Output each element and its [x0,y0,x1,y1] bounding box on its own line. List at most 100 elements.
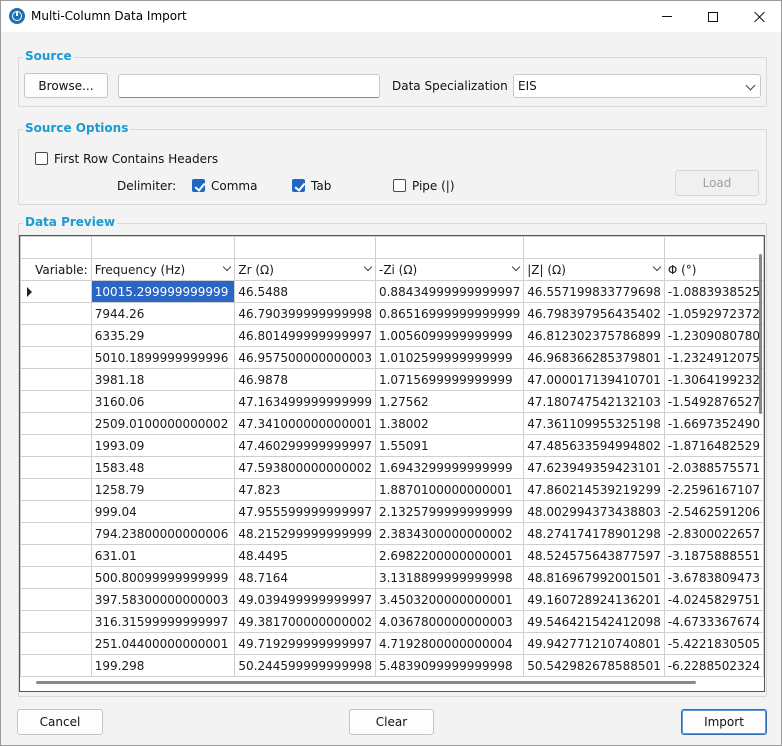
table-cell[interactable]: 49.381700000000002 [234,610,376,633]
table-cell[interactable]: 5.4839099999999998 [374,654,525,677]
table-cell[interactable]: 5010.1899999999996 [90,346,236,369]
table-cell[interactable]: 46.801499999999997 [234,324,376,347]
row-header[interactable] [20,412,92,435]
table-row[interactable]: 199.298 50.244599999999998 5.4839099999999… [20,654,764,677]
table-cell[interactable]: 48.816967992001501 [523,566,665,589]
column-variable-select[interactable]: Zr (Ω) [234,258,376,281]
tab-checkbox[interactable] [292,179,305,192]
table-cell[interactable]: -4.6733367674 [663,610,764,633]
table-cell[interactable]: 2.3834300000000002 [374,522,525,545]
table-cell[interactable]: 2.1325799999999999 [374,500,525,523]
table-cell[interactable]: -4.0245829751 [663,588,764,611]
table-cell[interactable]: 46.798397956435402 [523,302,665,325]
table-cell[interactable]: 0.88434999999999997 [374,280,525,303]
table-cell[interactable]: 199.298 [90,654,236,677]
table-cell[interactable]: 47.361109955325198 [523,412,665,435]
table-cell[interactable]: 1.27562 [374,390,525,413]
row-header[interactable] [20,478,92,501]
table-cell[interactable]: 1583.48 [90,456,236,479]
comma-checkbox[interactable] [192,179,205,192]
table-cell[interactable]: 1258.79 [90,478,236,501]
table-cell[interactable]: 49.546421542412098 [523,610,665,633]
table-row[interactable]: 2509.0100000000002 47.341000000000001 1.38… [20,412,764,435]
table-cell[interactable]: 3.1318899999999998 [374,566,525,589]
clear-button[interactable]: Clear [349,709,434,735]
table-row[interactable]: 631.01 48.4495 2.6982200000000001 48.524575… [20,544,764,567]
table-row[interactable]: 1993.09 47.460299999999997 1.55091 47.48563… [20,434,764,457]
table-cell[interactable]: 47.460299999999997 [234,434,376,457]
table-cell[interactable]: 46.812302375786899 [523,324,665,347]
table-row[interactable]: 3160.06 47.163499999999999 1.27562 47.18074… [20,390,764,413]
row-header[interactable] [20,500,92,523]
row-header[interactable] [20,280,92,303]
load-button[interactable]: Load [675,170,759,196]
table-row[interactable]: 7944.26 46.790399999999998 0.8651699999999… [20,302,764,325]
row-header[interactable] [20,632,92,655]
table-cell[interactable]: -6.2288502324 [663,654,764,677]
file-path-input[interactable] [118,74,380,98]
table-cell[interactable]: 48.4495 [234,544,376,567]
row-header[interactable] [20,368,92,391]
table-cell[interactable]: -1.0883938525 [663,280,764,303]
row-header[interactable] [20,566,92,589]
table-cell[interactable]: 0.86516999999999999 [374,302,525,325]
import-button[interactable]: Import [681,709,767,735]
table-cell[interactable]: 50.542982678588501 [523,654,665,677]
table-cell[interactable]: -1.3064199232 [663,368,764,391]
row-header[interactable] [20,302,92,325]
table-cell[interactable]: -3.1875888551 [663,544,764,567]
table-cell[interactable]: 47.341000000000001 [234,412,376,435]
table-cell[interactable]: 48.002994373438803 [523,500,665,523]
table-cell[interactable]: 50.244599999999998 [234,654,376,677]
table-cell[interactable]: 10015.299999999999 [90,280,236,303]
table-cell[interactable]: 6335.29 [90,324,236,347]
table-cell[interactable]: 316.31599999999997 [90,610,236,633]
table-cell[interactable]: -2.8300022657 [663,522,764,545]
table-row[interactable]: 6335.29 46.801499999999997 1.0056099999999… [20,324,764,347]
table-cell[interactable]: -1.6697352490 [663,412,764,435]
table-cell[interactable]: 999.04 [90,500,236,523]
table-cell[interactable]: 3981.18 [90,368,236,391]
table-cell[interactable]: 46.5488 [234,280,376,303]
vertical-scrollbar[interactable] [759,254,762,414]
column-variable-select[interactable]: Φ (°) [663,258,764,281]
table-cell[interactable]: 47.163499999999999 [234,390,376,413]
table-cell[interactable]: 47.623949359423101 [523,456,665,479]
row-header[interactable] [20,654,92,677]
table-cell[interactable]: 2509.0100000000002 [90,412,236,435]
close-button[interactable] [736,1,782,32]
table-cell[interactable]: 48.524575643877597 [523,544,665,567]
first-row-headers-checkbox[interactable] [35,152,48,165]
row-header[interactable] [20,434,92,457]
table-cell[interactable]: 47.823 [234,478,376,501]
table-cell[interactable]: 47.485633594994802 [523,434,665,457]
table-cell[interactable]: 500.80099999999999 [90,566,236,589]
table-cell[interactable]: -1.0592972372 [663,302,764,325]
table-cell[interactable]: -1.2309080780 [663,324,764,347]
table-cell[interactable]: 47.860214539219299 [523,478,665,501]
table-cell[interactable]: 7944.26 [90,302,236,325]
table-cell[interactable]: 46.957500000000003 [234,346,376,369]
table-cell[interactable]: -2.0388575571 [663,456,764,479]
table-cell[interactable]: 46.9878 [234,368,376,391]
table-cell[interactable]: 794.23800000000006 [90,522,236,545]
data-preview-grid[interactable]: Variable: Frequency (Hz) Zr (Ω) -Zi (Ω) |Z| … [19,235,765,692]
table-cell[interactable]: 1.0715699999999999 [374,368,525,391]
table-cell[interactable]: 49.942771210740801 [523,632,665,655]
table-cell[interactable]: -1.2324912075 [663,346,764,369]
row-header[interactable] [20,522,92,545]
table-cell[interactable]: 4.0367800000000003 [374,610,525,633]
table-cell[interactable]: 1.8870100000000001 [374,478,525,501]
table-cell[interactable]: -3.6783809473 [663,566,764,589]
table-cell[interactable]: 46.968366285379801 [523,346,665,369]
table-cell[interactable]: 1993.09 [90,434,236,457]
table-row[interactable]: 3981.18 46.9878 1.0715699999999999 47.00001… [20,368,764,391]
table-row[interactable]: 5010.1899999999996 46.957500000000003 1.01… [20,346,764,369]
table-cell[interactable]: 397.58300000000003 [90,588,236,611]
row-header[interactable] [20,544,92,567]
row-header[interactable] [20,324,92,347]
table-cell[interactable]: 1.38002 [374,412,525,435]
horizontal-scrollbar[interactable] [36,681,696,684]
column-variable-select[interactable]: |Z| (Ω) [523,258,665,281]
table-cell[interactable]: 631.01 [90,544,236,567]
